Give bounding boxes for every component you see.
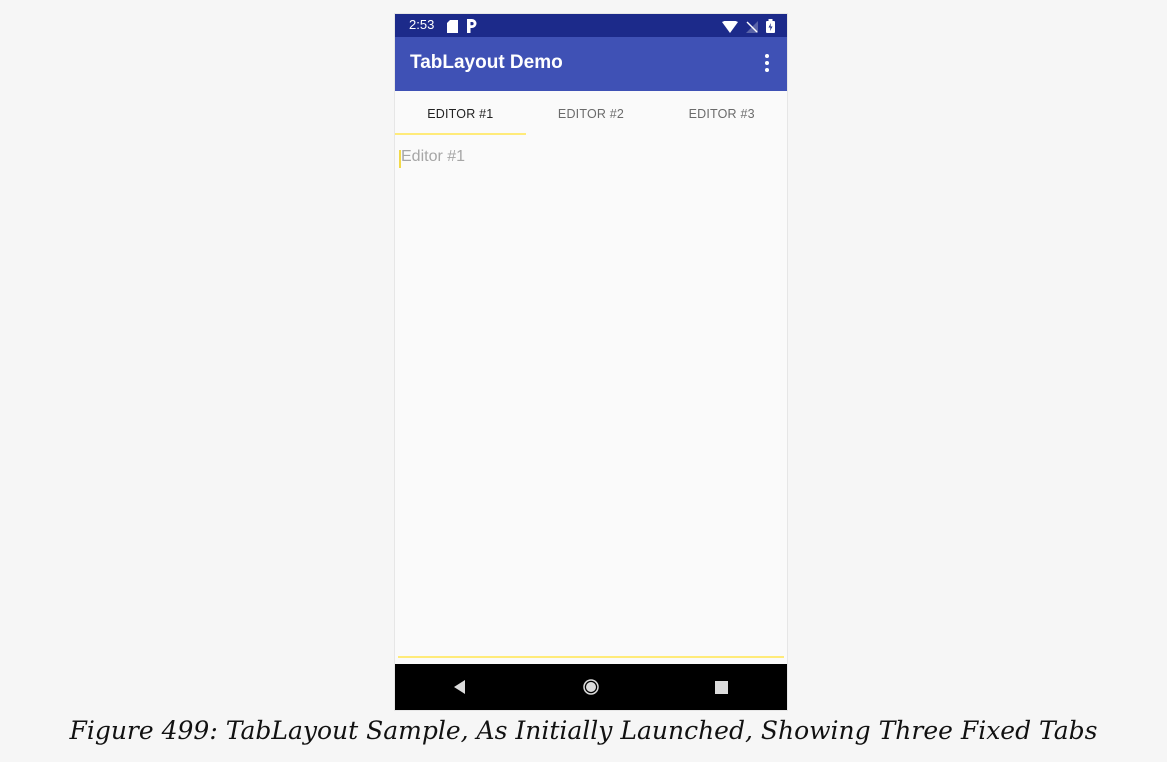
- editor-placeholder: Editor #1: [401, 148, 466, 165]
- tab-label: EDITOR #1: [427, 106, 494, 121]
- app-title: TabLayout Demo: [410, 52, 563, 73]
- tab-label: EDITOR #3: [688, 106, 755, 121]
- tab-editor-2[interactable]: EDITOR #2: [526, 91, 657, 136]
- tab-indicator: [395, 133, 526, 135]
- tab-label: EDITOR #2: [557, 106, 625, 121]
- status-time: 2:53: [409, 17, 435, 32]
- back-icon[interactable]: [440, 667, 480, 707]
- home-icon[interactable]: [571, 667, 611, 707]
- navigation-bar: [395, 664, 787, 710]
- wifi-icon: [722, 18, 738, 37]
- editor-text-field[interactable]: Editor #1: [397, 146, 785, 674]
- sd-card-icon: [447, 18, 458, 37]
- app-bar: TabLayout Demo: [395, 37, 787, 91]
- tab-editor-3[interactable]: EDITOR #3: [656, 91, 787, 136]
- status-bar: 2:53: [395, 14, 787, 37]
- parking-icon: [466, 18, 477, 37]
- more-vertical-icon[interactable]: [759, 50, 775, 76]
- no-signal-icon: [746, 18, 758, 37]
- battery-icon: [766, 18, 775, 37]
- device-screen: 2:53 TabLayout Demo EDITOR #1 EDITOR #2 …: [395, 14, 787, 710]
- editor-underline: [398, 656, 784, 658]
- tab-editor-1[interactable]: EDITOR #1: [395, 91, 526, 136]
- tab-bar: EDITOR #1 EDITOR #2 EDITOR #3: [395, 91, 787, 136]
- recents-icon[interactable]: [702, 667, 742, 707]
- figure-caption: Figure 499: TabLayout Sample, As Initial…: [69, 716, 1098, 745]
